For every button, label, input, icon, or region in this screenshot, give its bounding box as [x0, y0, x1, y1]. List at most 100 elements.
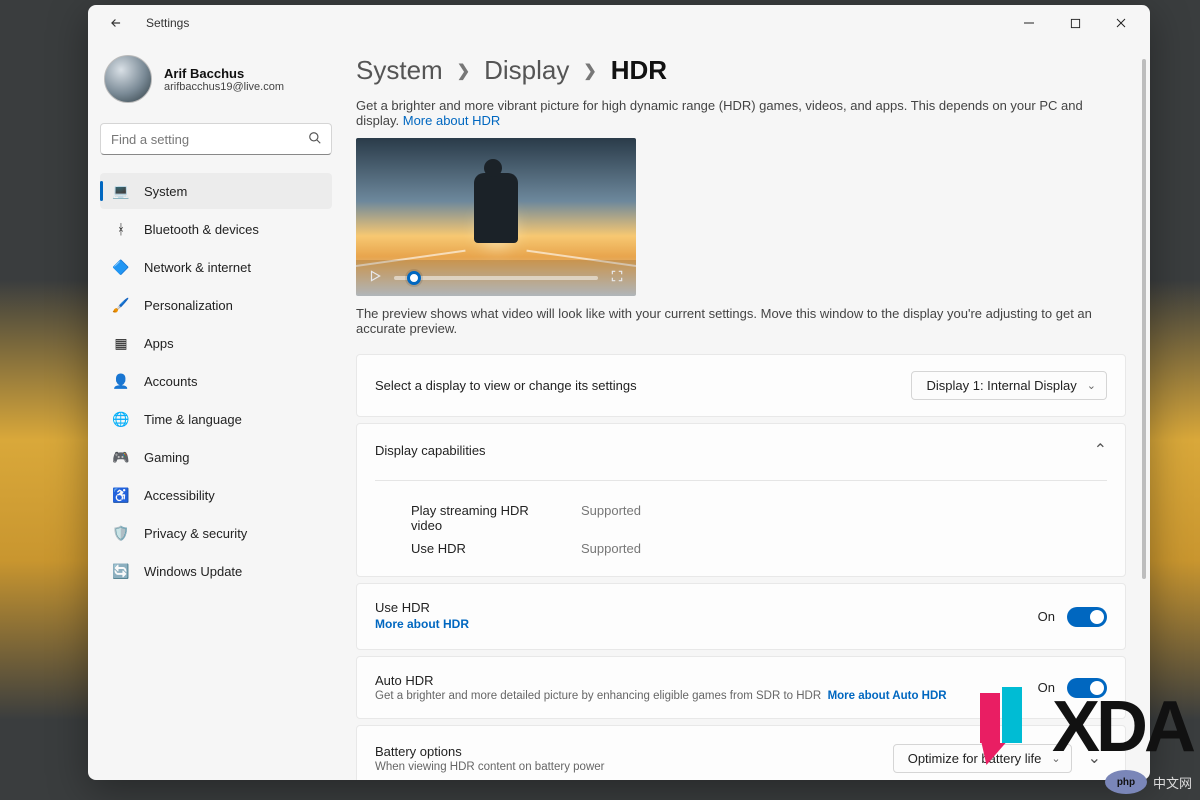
nav-icon: 🌐 [112, 410, 130, 428]
profile-block[interactable]: Arif Bacchus arifbacchus19@live.com [100, 47, 332, 113]
preview-note: The preview shows what video will look l… [356, 306, 1126, 336]
auto-hdr-toggle[interactable] [1067, 678, 1107, 698]
nav-icon: ♿ [112, 486, 130, 504]
sidebar: Arif Bacchus arifbacchus19@live.com 💻 Sys… [88, 41, 342, 780]
use-hdr-more-link[interactable]: More about HDR [375, 617, 469, 631]
sidebar-item-label: Personalization [144, 298, 233, 313]
use-hdr-title: Use HDR [375, 600, 469, 615]
profile-name: Arif Bacchus [164, 66, 284, 81]
chevron-right-icon: ❯ [583, 61, 596, 81]
nav-icon: 👤 [112, 372, 130, 390]
use-hdr-card: Use HDR More about HDR On [356, 583, 1126, 650]
sidebar-item-label: Accessibility [144, 488, 215, 503]
use-hdr-toggle[interactable] [1067, 607, 1107, 627]
breadcrumb-current: HDR [611, 55, 667, 86]
display-select-value: Display 1: Internal Display [926, 378, 1076, 393]
capability-label: Play streaming HDR video [411, 503, 561, 533]
breadcrumb-system[interactable]: System [356, 55, 443, 86]
auto-hdr-card: Auto HDR Get a brighter and more detaile… [356, 656, 1126, 719]
sidebar-item-label: Network & internet [144, 260, 251, 275]
window-controls [1006, 7, 1144, 39]
battery-options-title: Battery options [375, 744, 604, 759]
nav-icon: ▦ [112, 334, 130, 352]
sidebar-item-apps[interactable]: ▦ Apps [100, 325, 332, 361]
video-controls [356, 260, 636, 296]
search-wrap [100, 123, 332, 155]
auto-hdr-more-link[interactable]: More about Auto HDR [828, 690, 947, 702]
breadcrumb-display[interactable]: Display [484, 55, 569, 86]
chevron-down-icon: ⌄ [1087, 379, 1096, 392]
breadcrumb: System ❯ Display ❯ HDR [356, 55, 1126, 86]
minimize-button[interactable] [1006, 7, 1052, 39]
display-capabilities-title: Display capabilities [375, 443, 486, 458]
sidebar-item-label: Privacy & security [144, 526, 247, 541]
sidebar-item-label: Windows Update [144, 564, 242, 579]
titlebar: Settings [88, 5, 1150, 41]
back-button[interactable] [100, 7, 132, 39]
sidebar-item-gaming[interactable]: 🎮 Gaming [100, 439, 332, 475]
battery-options-sub: When viewing HDR content on battery powe… [375, 761, 604, 773]
battery-options-card: Battery options When viewing HDR content… [356, 725, 1126, 780]
chevron-up-icon: ⌃ [1094, 440, 1107, 460]
nav-icon: 🔄 [112, 562, 130, 580]
sidebar-item-label: Accounts [144, 374, 197, 389]
chevron-right-icon: ❯ [457, 61, 470, 81]
more-about-hdr-link[interactable]: More about HDR [403, 113, 501, 128]
search-input[interactable] [100, 123, 332, 155]
nav-icon: 🔷 [112, 258, 130, 276]
page-description: Get a brighter and more vibrant picture … [356, 98, 1116, 128]
sidebar-item-label: Bluetooth & devices [144, 222, 259, 237]
capability-label: Use HDR [411, 541, 561, 556]
capability-value: Supported [581, 541, 641, 556]
seek-thumb[interactable] [407, 271, 421, 285]
capability-value: Supported [581, 503, 641, 533]
sidebar-item-bluetooth-devices[interactable]: ᚼ Bluetooth & devices [100, 211, 332, 247]
nav-icon: 🖌️ [112, 296, 130, 314]
window-title: Settings [146, 16, 189, 30]
scrollbar-thumb[interactable] [1142, 59, 1146, 579]
capability-row: Use HDR Supported [375, 537, 1107, 560]
sidebar-item-label: Gaming [144, 450, 190, 465]
maximize-button[interactable] [1052, 7, 1098, 39]
sidebar-item-accessibility[interactable]: ♿ Accessibility [100, 477, 332, 513]
sidebar-item-network-internet[interactable]: 🔷 Network & internet [100, 249, 332, 285]
display-select-card: Select a display to view or change its s… [356, 354, 1126, 417]
video-seek-bar[interactable] [394, 276, 598, 280]
nav-icon: 🎮 [112, 448, 130, 466]
settings-window: Settings Arif Bacchus arifbacchus19@live… [88, 5, 1150, 780]
sidebar-item-label: Apps [144, 336, 174, 351]
display-select-dropdown[interactable]: Display 1: Internal Display ⌄ [911, 371, 1107, 400]
auto-hdr-title: Auto HDR [375, 673, 947, 688]
sidebar-item-personalization[interactable]: 🖌️ Personalization [100, 287, 332, 323]
fullscreen-icon[interactable] [610, 269, 624, 288]
chevron-down-icon[interactable]: ⌄ [1082, 742, 1107, 774]
sidebar-item-label: Time & language [144, 412, 242, 427]
auto-hdr-state: On [1038, 680, 1055, 695]
hdr-preview-video[interactable] [356, 138, 636, 296]
sidebar-item-label: System [144, 184, 187, 199]
nav-icon: ᚼ [112, 220, 130, 238]
sidebar-item-time-language[interactable]: 🌐 Time & language [100, 401, 332, 437]
capability-row: Play streaming HDR video Supported [375, 499, 1107, 537]
sidebar-item-accounts[interactable]: 👤 Accounts [100, 363, 332, 399]
chevron-down-icon: ⌄ [1051, 752, 1060, 765]
sidebar-item-windows-update[interactable]: 🔄 Windows Update [100, 553, 332, 589]
sidebar-item-system[interactable]: 💻 System [100, 173, 332, 209]
sidebar-nav: 💻 System ᚼ Bluetooth & devices 🔷 Network & in… [100, 173, 332, 589]
battery-options-value: Optimize for battery life [908, 751, 1042, 766]
avatar [104, 55, 152, 103]
display-capabilities-header[interactable]: Display capabilities ⌃ [375, 440, 1107, 460]
display-capabilities-card: Display capabilities ⌃ Play streaming HD… [356, 423, 1126, 577]
battery-options-dropdown[interactable]: Optimize for battery life ⌄ [893, 744, 1072, 773]
use-hdr-state: On [1038, 609, 1055, 624]
main-content[interactable]: System ❯ Display ❯ HDR Get a brighter an… [342, 41, 1150, 780]
profile-email: arifbacchus19@live.com [164, 81, 284, 93]
close-button[interactable] [1098, 7, 1144, 39]
nav-icon: 🛡️ [112, 524, 130, 542]
auto-hdr-sub: Get a brighter and more detailed picture… [375, 690, 947, 702]
nav-icon: 💻 [112, 182, 130, 200]
search-icon [308, 131, 322, 150]
sidebar-item-privacy-security[interactable]: 🛡️ Privacy & security [100, 515, 332, 551]
display-select-label: Select a display to view or change its s… [375, 378, 637, 393]
play-icon[interactable] [368, 269, 382, 288]
